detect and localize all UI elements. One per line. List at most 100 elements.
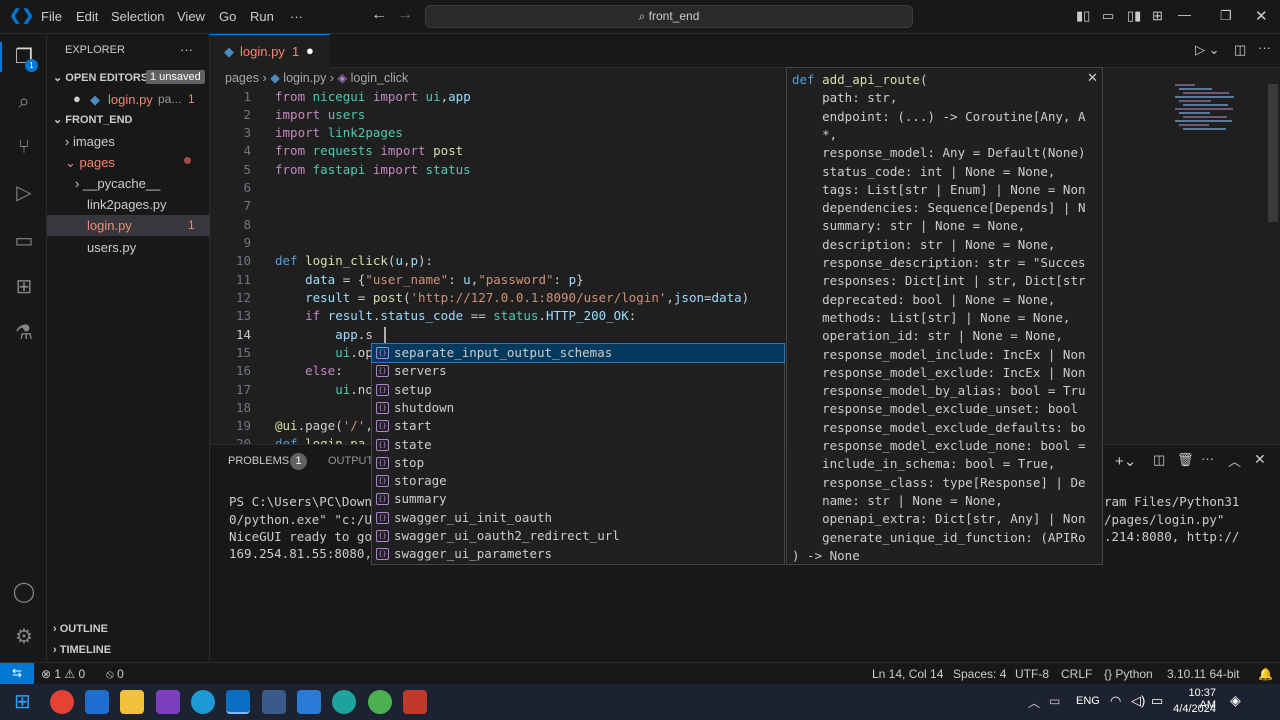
remote-icon[interactable]: ⇆ [0,663,34,684]
maximize-panel-icon[interactable]: ︿ [1228,451,1241,470]
tray-icon[interactable]: ▭ [1049,694,1060,708]
menu-view[interactable]: View [177,9,205,24]
editor-scrollbar[interactable] [1268,84,1278,222]
python-version[interactable]: 3.10.11 64-bit [1167,667,1240,681]
restore-icon[interactable]: ❐ [1220,8,1232,24]
unsaved-dot-icon[interactable]: ● [306,43,314,58]
folder-header[interactable]: ⌄ FRONT_END [53,113,133,126]
menu-file[interactable]: File [41,9,62,24]
forward-arrow-icon[interactable]: → [397,6,413,24]
suggestion-item[interactable]: {} setup [372,381,784,399]
menu-run[interactable]: Run [250,9,274,24]
notifications-icon[interactable]: 🔔 [1258,667,1273,681]
settings-gear-icon[interactable]: ⚙ [11,624,37,650]
close-window-icon[interactable]: ✕ [1255,7,1268,25]
app-icon[interactable] [262,690,286,714]
split-editor-icon[interactable]: ◫ [1234,42,1246,58]
input-language[interactable]: ENG [1076,695,1100,707]
tab-login-py[interactable]: ◆ login.py 1 ● [210,34,330,68]
file-explorer-icon[interactable] [120,690,144,714]
tree-item-link2pages[interactable]: link2pages.py [87,197,167,212]
suggestion-item[interactable]: {} storage [372,472,784,490]
tree-item-pages[interactable]: ⌄ pages [65,155,115,171]
vscode-taskbar-icon[interactable] [226,690,250,714]
edge-icon[interactable] [191,690,215,714]
tree-item-users[interactable]: users.py [87,240,136,255]
command-center-search[interactable]: ⌕ front_end [425,5,913,28]
code-token: def [275,436,306,444]
tab-output[interactable]: OUTPUT [328,455,373,467]
encoding[interactable]: UTF-8 [1015,667,1049,681]
breadcrumb-folder[interactable]: pages [225,71,259,85]
close-panel-icon[interactable]: ✕ [1254,451,1266,468]
accounts-icon[interactable]: ◯ [11,579,37,605]
search-icon[interactable]: ⌕ [11,89,37,115]
indentation[interactable]: Spaces: 4 [953,667,1006,681]
app-icon[interactable] [403,690,427,714]
tree-item-login[interactable]: login.py 1 [47,215,210,236]
volume-icon[interactable]: ◁) [1131,693,1145,709]
app-icon[interactable] [297,690,321,714]
editor-more-icon[interactable]: ··· [1258,40,1271,55]
tree-item-images[interactable]: › images [65,134,115,149]
battery-icon[interactable]: ▭ [1151,693,1163,709]
notification-icon[interactable]: ◈ [1230,692,1241,709]
tray-chevron-icon[interactable]: ︿ [1028,694,1040,711]
clock-date[interactable]: 4/4/2024 [1172,703,1216,715]
toggle-sidebar-icon[interactable]: ▮▯ [1076,8,1090,24]
breadcrumb-file[interactable]: login.py [283,71,326,85]
run-file-icon[interactable]: ▷ ⌄ [1195,42,1220,58]
suggestion-item[interactable]: {} shutdown [372,399,784,417]
arduino-icon[interactable] [332,690,356,714]
testing-icon[interactable]: ⚗ [11,320,37,346]
menu-edit[interactable]: Edit [76,9,98,24]
line-ending[interactable]: CRLF [1061,667,1092,681]
suggestion-item[interactable]: {} state [372,436,784,454]
chrome-icon[interactable] [50,690,74,714]
hover-signature-line: generate_unique_id_function: (APIRo [792,529,1086,545]
menu-go[interactable]: Go [219,9,236,24]
suggestion-item[interactable]: {} swagger_ui_init_oauth [372,509,784,527]
customize-layout-icon[interactable]: ⊞ [1152,8,1163,24]
remote-explorer-icon[interactable]: ▭ [11,228,37,254]
menu-selection[interactable]: Selection [111,9,164,24]
suggestion-item[interactable]: {} stop [372,454,784,472]
tab-problems[interactable]: PROBLEMS [228,455,289,467]
split-terminal-icon[interactable]: ◫ [1153,452,1165,468]
menu-more[interactable]: ··· [290,9,303,24]
suggestion-item[interactable]: {} separate_input_output_schemas [371,343,785,363]
app-icon[interactable] [85,690,109,714]
ports-status[interactable]: ⦸ 0 [106,667,124,682]
trash-icon[interactable]: 🗑 [1177,452,1194,468]
tree-item-pycache[interactable]: › __pycache__ [75,176,160,191]
extensions-icon[interactable]: ⊞ [11,274,37,300]
new-terminal-icon[interactable]: +⌄ [1115,452,1136,470]
open-editors-header[interactable]: ⌄ OPEN EDITORS [53,71,148,84]
suggestion-item[interactable]: {} summary [372,490,784,508]
suggestion-item[interactable]: {} swagger_ui_parameters [372,545,784,563]
wifi-icon[interactable]: ◠ [1110,693,1121,709]
language-mode[interactable]: {} Python [1104,667,1153,681]
breadcrumb-symbol[interactable]: login_click [351,71,409,85]
toggle-secondary-sidebar-icon[interactable]: ▯▮ [1127,8,1141,24]
suggestion-item[interactable]: {} start [372,417,784,435]
chrome-alt-icon[interactable] [368,690,392,714]
windows-start-icon[interactable]: ⊞ [14,690,38,714]
open-editor-item[interactable]: ● ◆ login.py pa... 1 [47,89,210,109]
autocomplete-list[interactable]: {} separate_input_output_schemas {} servers… [371,343,785,565]
suggestion-item[interactable]: {} swagger_ui_oauth2_redirect_url [372,527,784,545]
cursor-position[interactable]: Ln 14, Col 14 [872,667,943,681]
back-arrow-icon[interactable]: ← [371,6,387,24]
outline-header[interactable]: › OUTLINE [53,623,108,635]
panel-more-icon[interactable]: ··· [1201,451,1214,466]
minimize-icon[interactable]: — [1178,7,1191,22]
run-debug-icon[interactable]: ▷ [11,180,37,206]
toggle-panel-icon[interactable]: ▭ [1102,8,1114,24]
visual-studio-icon[interactable] [156,690,180,714]
timeline-header[interactable]: › TIMELINE [53,644,111,656]
explorer-more-icon[interactable]: ··· [180,42,193,57]
problems-status[interactable]: ⊗ 1 ⚠ 0 [41,667,85,681]
suggestion-item[interactable]: {} servers [372,362,784,380]
source-control-icon[interactable]: ⑂ [11,134,37,160]
minimap[interactable] [1175,84,1265,144]
